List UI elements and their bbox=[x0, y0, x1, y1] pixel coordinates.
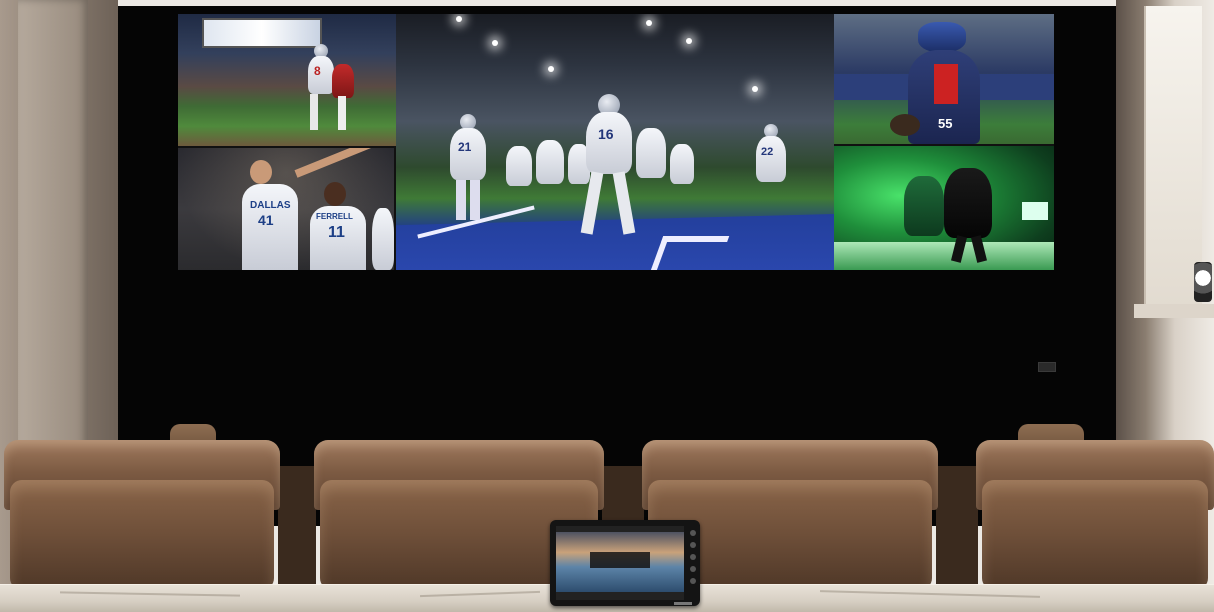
star-logo-edge bbox=[648, 236, 730, 270]
basketball-player-41: DALLAS 41 bbox=[242, 184, 298, 270]
sofa-gap bbox=[936, 466, 978, 586]
player bbox=[670, 144, 694, 184]
catcher-mitt bbox=[890, 114, 920, 136]
hard-button[interactable] bbox=[690, 554, 696, 560]
player bbox=[636, 128, 666, 178]
hockey-player bbox=[944, 168, 992, 238]
theater-seat bbox=[4, 440, 280, 590]
ice-rink bbox=[834, 242, 1054, 270]
hard-button[interactable] bbox=[690, 542, 696, 548]
jersey-number: 41 bbox=[258, 212, 274, 228]
hard-button[interactable] bbox=[690, 530, 696, 536]
player-leg bbox=[338, 96, 346, 130]
jersey-number: 8 bbox=[314, 64, 321, 78]
basketball-player-11: FERRELL 11 bbox=[310, 206, 366, 270]
catcher-helmet bbox=[918, 22, 966, 52]
window-sill bbox=[1134, 304, 1214, 318]
player bbox=[536, 140, 564, 184]
theater-seat bbox=[976, 440, 1214, 590]
jersey-number: 55 bbox=[938, 116, 953, 131]
jersey-team: DALLAS bbox=[250, 200, 291, 211]
player-21: 21 bbox=[450, 128, 486, 180]
player bbox=[506, 146, 532, 186]
hockey-tile bbox=[834, 146, 1054, 270]
left-wall-panel bbox=[18, 0, 88, 470]
jersey-number: 22 bbox=[761, 146, 774, 158]
basketball-tile: DALLAS 41 FERRELL 11 bbox=[178, 148, 394, 270]
hard-button[interactable] bbox=[690, 566, 696, 572]
player-head bbox=[250, 160, 272, 184]
football-catch-tile: 8 bbox=[178, 14, 396, 146]
button-row[interactable] bbox=[556, 592, 684, 600]
receiver-player: 8 bbox=[308, 56, 334, 94]
basketball-player bbox=[372, 208, 394, 270]
baseball-catcher-tile: 55 bbox=[834, 14, 1054, 144]
screen-top-bar bbox=[556, 526, 684, 532]
jersey-number: 11 bbox=[328, 224, 345, 241]
player-head bbox=[324, 182, 346, 206]
chest-protector bbox=[934, 64, 958, 104]
player-leg bbox=[310, 94, 318, 130]
window bbox=[1144, 6, 1202, 306]
catcher-player: 55 bbox=[908, 50, 980, 144]
touch-control-panel[interactable] bbox=[550, 520, 700, 606]
jersey-number: 16 bbox=[598, 126, 614, 142]
decorative-object bbox=[1194, 262, 1212, 302]
player-22: 22 bbox=[756, 136, 786, 182]
hard-button[interactable] bbox=[690, 578, 696, 584]
control-panel-screen[interactable] bbox=[556, 526, 684, 592]
brand-logo bbox=[674, 602, 692, 605]
wall-sensor bbox=[1038, 362, 1056, 372]
jersey-name: FERRELL bbox=[316, 212, 353, 221]
screen-dialog[interactable] bbox=[590, 552, 650, 568]
rink-board-ad bbox=[1022, 202, 1048, 220]
hockey-player bbox=[904, 176, 944, 236]
home-theater-scene: 8 DALLAS 41 FERRELL 11 21 16 22 55 bbox=[0, 0, 1214, 612]
player-16: 16 bbox=[586, 112, 632, 174]
football-team-tile: 21 16 22 bbox=[396, 14, 834, 270]
video-wall-display: 8 DALLAS 41 FERRELL 11 21 16 22 55 bbox=[178, 14, 1054, 270]
jersey-number: 21 bbox=[458, 140, 472, 154]
stadium-scoreboard bbox=[202, 18, 322, 48]
sofa-gap bbox=[278, 466, 316, 586]
defender-player bbox=[332, 64, 354, 98]
